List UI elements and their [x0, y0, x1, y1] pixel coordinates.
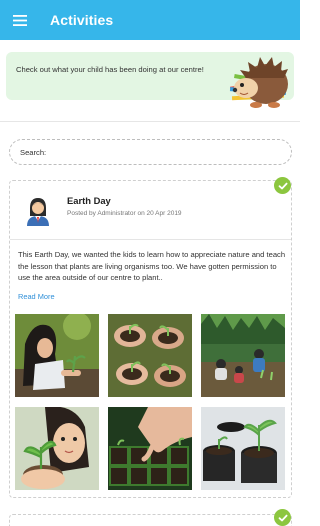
page-title: Activities: [50, 12, 114, 28]
checkmark-circle-icon: [274, 177, 291, 194]
activities-screen: Activities Check out what your child has…: [0, 0, 300, 526]
banner-text: Check out what your child has been doing…: [16, 65, 204, 74]
hamburger-menu-icon[interactable]: [0, 0, 40, 40]
activity-card[interactable]: [9, 509, 292, 526]
hedgehog-mascot-icon: [229, 57, 288, 108]
teacher-avatar-icon: [27, 198, 49, 226]
activity-card[interactable]: Earth Day Posted by Administrator on 20 …: [9, 177, 292, 498]
hand-planting-seed-tray-photo[interactable]: [108, 407, 192, 490]
photo-grid: [15, 314, 285, 490]
search-input[interactable]: [50, 142, 291, 162]
search-label: Search:: [20, 147, 47, 157]
children-gardening-outdoors-photo[interactable]: [201, 314, 285, 397]
seedlings-in-pots-photo[interactable]: [201, 407, 285, 490]
read-more-link[interactable]: Read More: [18, 292, 55, 301]
section-divider: [0, 121, 300, 122]
post-body: This Earth Day, we wanted the kids to le…: [18, 250, 286, 282]
app-bar: Activities: [0, 0, 300, 40]
girl-planting-seedling-photo[interactable]: [15, 314, 99, 397]
child-holding-plant-photo[interactable]: [15, 407, 99, 490]
card-divider: [10, 239, 291, 240]
post-title[interactable]: Earth Day: [67, 195, 111, 206]
search-bar[interactable]: Search:: [9, 139, 292, 165]
checkmark-circle-icon: [274, 509, 291, 526]
hands-holding-soil-photo[interactable]: [108, 314, 192, 397]
post-meta: Posted by Administrator on 20 Apr 2019: [67, 210, 182, 217]
